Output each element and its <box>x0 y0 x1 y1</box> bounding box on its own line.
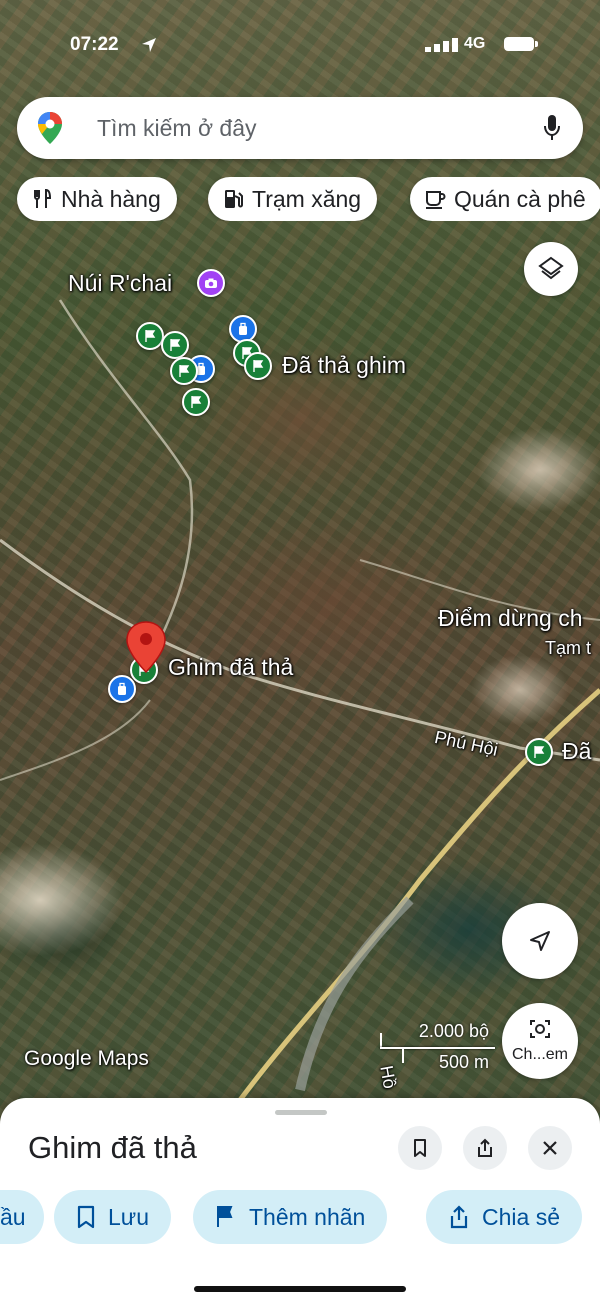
chip-restaurants[interactable]: Nhà hàng <box>17 177 177 221</box>
save-action-button[interactable]: Lưu <box>54 1190 171 1244</box>
navigation-arrow-icon <box>530 931 550 951</box>
place-bottom-sheet[interactable]: Ghim đã thả ầu Lưu Thêm nhãn Chia sẻ <box>0 1098 600 1303</box>
google-maps-attribution: Google Maps <box>24 1047 149 1070</box>
action-label: Chia sẻ <box>482 1203 560 1230</box>
action-label: Lưu <box>108 1203 149 1230</box>
map-scale: 2.000 bộ 500 m <box>380 1020 495 1078</box>
camera-poi-icon[interactable] <box>197 269 225 297</box>
restaurant-icon <box>34 188 52 208</box>
google-maps-logo-icon <box>38 112 62 144</box>
bookmark-icon <box>414 1139 426 1157</box>
dropped-pin-flag-icon[interactable] <box>161 331 189 359</box>
dropped-pin-flag-icon[interactable] <box>136 322 164 350</box>
gas-station-icon <box>225 190 243 208</box>
location-arrow-icon <box>142 38 156 52</box>
share-action-button[interactable]: Chia sẻ <box>426 1190 582 1244</box>
flag-icon <box>217 1206 233 1227</box>
category-chips: Nhà hàng Trạm xăng Quán cà phê <box>0 177 600 221</box>
lens-button[interactable]: Ch...em <box>502 1003 578 1079</box>
battery-icon <box>504 37 538 51</box>
map-label-mountain[interactable]: Núi R'chai <box>68 270 172 297</box>
search-input[interactable]: Tìm kiếm ở đây <box>97 115 257 142</box>
home-indicator <box>194 1286 406 1292</box>
layers-icon <box>538 256 564 280</box>
close-button[interactable] <box>528 1126 572 1170</box>
action-chips: ầu Lưu Thêm nhãn Chia sẻ <box>0 1190 600 1246</box>
map-label-stop[interactable]: Điểm dừng ch <box>438 605 583 632</box>
map-label-stop-sub[interactable]: Tạm t <box>545 638 591 659</box>
chip-label: Quán cà phê <box>454 185 586 212</box>
chip-label: Trạm xăng <box>252 185 362 212</box>
chip-coffee[interactable]: Quán cà phê <box>410 177 600 221</box>
chip-gas-stations[interactable]: Trạm xăng <box>208 177 378 221</box>
map-label-pin-right[interactable]: Đã <box>562 738 591 765</box>
red-location-marker-icon[interactable] <box>124 620 168 676</box>
chip-label: Nhà hàng <box>61 185 161 212</box>
dropped-pin-flag-icon[interactable] <box>525 738 553 766</box>
map-label-dropped-pin[interactable]: Ghim đã thả <box>168 654 293 681</box>
close-icon <box>543 1141 557 1155</box>
share-icon <box>478 1138 492 1157</box>
dropped-pin-flag-icon[interactable] <box>244 352 272 380</box>
dropped-pin-flag-icon[interactable] <box>182 388 210 416</box>
scale-metric: 500 m <box>438 1052 489 1072</box>
action-label: Thêm nhãn <box>249 1203 366 1230</box>
search-bar[interactable]: Tìm kiếm ở đây <box>17 97 583 159</box>
action-label: ầu <box>0 1203 26 1230</box>
save-bookmark-button[interactable] <box>398 1126 442 1170</box>
dropped-pin-flag-icon[interactable] <box>170 357 198 385</box>
map-label-dropped-pin-cluster[interactable]: Đã thả ghim <box>282 352 406 379</box>
camera-lens-icon <box>530 1020 550 1038</box>
microphone-icon[interactable] <box>543 114 561 142</box>
share-button[interactable] <box>463 1126 507 1170</box>
share-icon <box>450 1205 468 1229</box>
add-label-action-button[interactable]: Thêm nhãn <box>193 1190 388 1244</box>
layers-button[interactable] <box>524 242 578 296</box>
sheet-title: Ghim đã thả <box>28 1130 197 1165</box>
lens-label: Ch...em <box>511 1046 568 1063</box>
my-location-button[interactable] <box>502 903 578 979</box>
status-time: 07:22 <box>70 34 119 55</box>
signal-strength-icon <box>425 38 458 52</box>
coffee-icon <box>426 191 446 209</box>
network-type: 4G <box>464 35 486 52</box>
status-bar: 07:22 4G <box>0 30 600 60</box>
sheet-drag-handle[interactable] <box>275 1110 327 1115</box>
directions-action-button[interactable]: ầu <box>0 1190 44 1244</box>
scale-imperial: 2.000 bộ <box>418 1021 489 1041</box>
bookmark-icon <box>77 1205 95 1229</box>
luggage-poi-icon[interactable] <box>108 675 136 703</box>
